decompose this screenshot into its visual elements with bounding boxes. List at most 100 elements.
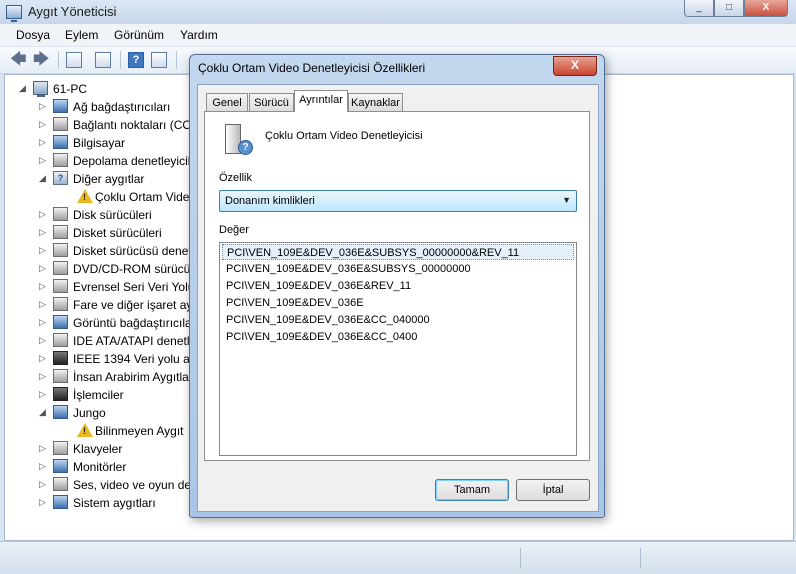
expander-icon[interactable]: ▷ <box>39 263 46 274</box>
expander-icon[interactable]: ◢ <box>39 173 46 184</box>
details-panel: ? Çoklu Ortam Video Denetleyicisi Özelli… <box>204 111 590 461</box>
expander-icon[interactable]: ▷ <box>39 389 46 400</box>
expander-icon[interactable]: ▷ <box>39 245 46 256</box>
tab-ayrintilar[interactable]: Ayrıntılar <box>294 90 348 112</box>
toolbar-separator <box>58 51 59 69</box>
tree-root-label: 61-PC <box>53 82 88 96</box>
property-dropdown[interactable]: Donanım kimlikleri ▼ <box>219 190 577 212</box>
menu-bar: Dosya Eylem Görünüm Yardım <box>0 24 796 47</box>
expander-icon[interactable]: ▷ <box>39 137 46 148</box>
expander-icon[interactable]: ▷ <box>39 281 46 292</box>
computer-icon <box>53 135 68 149</box>
value-label: Değer <box>219 224 249 236</box>
tree-item-label: Depolama denetleyicileri <box>73 154 204 168</box>
dropdown-arrow-icon: ▼ <box>562 195 571 205</box>
expander-icon[interactable]: ▷ <box>39 461 46 472</box>
warning-icon: ! <box>77 423 93 437</box>
caption-buttons: _ □ X <box>684 0 788 17</box>
toolbar-separator <box>176 51 177 69</box>
system-devices-icon <box>53 495 68 509</box>
network-adapter-icon <box>53 99 68 113</box>
value-list-item[interactable]: PCI\VEN_109E&DEV_036E&SUBSYS_00000000 <box>222 261 574 277</box>
expander-icon[interactable]: ▷ <box>39 209 46 220</box>
tree-item-label: Jungo <box>73 406 106 420</box>
dialog-close-button[interactable]: X <box>553 56 597 76</box>
menu-dosya[interactable]: Dosya <box>16 28 50 42</box>
floppy-controller-icon <box>53 243 68 257</box>
device-name: Çoklu Ortam Video Denetleyicisi <box>265 130 423 142</box>
window-title: Aygıt Yöneticisi <box>28 4 117 19</box>
menu-eylem[interactable]: Eylem <box>65 28 98 42</box>
value-list[interactable]: PCI\VEN_109E&DEV_036E&SUBSYS_00000000&RE… <box>219 242 577 456</box>
dialog-body: Genel Sürücü Ayrıntılar Kaynaklar ? Çokl… <box>197 84 599 512</box>
storage-controller-icon <box>53 153 68 167</box>
minimize-button[interactable]: _ <box>684 0 714 17</box>
property-label: Özellik <box>219 172 253 184</box>
forward-arrow-icon[interactable]: 🡆 <box>33 52 50 68</box>
properties-icon[interactable] <box>95 52 111 68</box>
tree-item-label: Bilinmeyen Aygıt <box>95 424 184 438</box>
jungo-icon <box>53 405 68 419</box>
other-devices-icon: ? <box>53 171 68 185</box>
expander-icon[interactable]: ▷ <box>39 335 46 346</box>
expander-icon[interactable]: ▷ <box>39 353 46 364</box>
expander-icon[interactable]: ▷ <box>39 101 46 112</box>
help-icon[interactable]: ? <box>128 52 144 68</box>
value-list-item[interactable]: PCI\VEN_109E&DEV_036E&CC_040000 <box>222 312 574 328</box>
display-adapter-icon <box>53 315 68 329</box>
expander-icon[interactable]: ▷ <box>39 443 46 454</box>
keyboard-icon <box>53 441 68 455</box>
toolbar-separator <box>120 51 121 69</box>
action-pane-icon[interactable] <box>151 52 167 68</box>
expander-icon[interactable]: ▷ <box>39 497 46 508</box>
tree-item-label: Sistem aygıtları <box>73 496 156 510</box>
value-list-item[interactable]: PCI\VEN_109E&DEV_036E <box>222 295 574 311</box>
expander-icon[interactable]: ▷ <box>39 299 46 310</box>
status-bar <box>0 541 796 574</box>
tab-kaynaklar[interactable]: Kaynaklar <box>348 93 403 111</box>
expander-icon[interactable]: ▷ <box>39 479 46 490</box>
main-title-bar: Aygıt Yöneticisi _ □ X <box>0 0 796 24</box>
warning-icon: ! <box>77 189 93 203</box>
ok-button[interactable]: Tamam <box>435 479 509 501</box>
expander-icon[interactable]: ▷ <box>39 227 46 238</box>
tree-item-label: Klavyeler <box>73 442 123 456</box>
dvd-drive-icon <box>53 261 68 275</box>
tree-item-label: Diğer aygıtlar <box>73 172 145 186</box>
value-list-item[interactable]: PCI\VEN_109E&DEV_036E&CC_0400 <box>222 329 574 345</box>
computer-root-icon <box>33 81 48 97</box>
value-list-item[interactable]: PCI\VEN_109E&DEV_036E&SUBSYS_00000000&RE… <box>222 244 574 260</box>
tab-surucu[interactable]: Sürücü <box>249 93 294 111</box>
unknown-device-icon: ? <box>225 124 253 156</box>
ieee1394-icon <box>53 351 68 365</box>
expander-icon[interactable]: ▷ <box>39 119 46 130</box>
ide-controller-icon <box>53 333 68 347</box>
tree-item-label: Disk sürücüleri <box>73 208 152 222</box>
mouse-icon <box>53 297 68 311</box>
disk-drive-icon <box>53 207 68 221</box>
properties-dialog: Çoklu Ortam Video Denetleyicisi Özellikl… <box>189 54 605 518</box>
expander-icon[interactable]: ◢ <box>39 407 46 418</box>
expander-icon[interactable]: ▷ <box>39 155 46 166</box>
tree-item-label: İşlemciler <box>73 388 124 402</box>
tree-item-label: Bilgisayar <box>73 136 126 150</box>
device-manager-icon <box>6 5 22 22</box>
property-dropdown-value: Donanım kimlikleri <box>225 195 315 207</box>
menu-gorunum[interactable]: Görünüm <box>114 28 164 42</box>
dialog-title: Çoklu Ortam Video Denetleyicisi Özellikl… <box>198 61 426 75</box>
expander-icon[interactable]: ▷ <box>39 317 46 328</box>
tree-item-label: Disket sürücüleri <box>73 226 162 240</box>
sound-icon <box>53 477 68 491</box>
back-arrow-icon[interactable]: 🡄 <box>10 52 27 68</box>
tree-item-label: Monitörler <box>73 460 127 474</box>
maximize-button[interactable]: □ <box>714 0 744 17</box>
cancel-button[interactable]: İptal <box>516 479 590 501</box>
value-list-item[interactable]: PCI\VEN_109E&DEV_036E&REV_11 <box>222 278 574 294</box>
hid-icon <box>53 369 68 383</box>
monitor-icon <box>53 459 68 473</box>
tab-genel[interactable]: Genel <box>206 93 248 111</box>
expander-icon[interactable]: ▷ <box>39 371 46 382</box>
close-button[interactable]: X <box>744 0 788 17</box>
menu-yardim[interactable]: Yardım <box>180 28 218 42</box>
show-hide-tree-icon[interactable] <box>66 52 82 68</box>
